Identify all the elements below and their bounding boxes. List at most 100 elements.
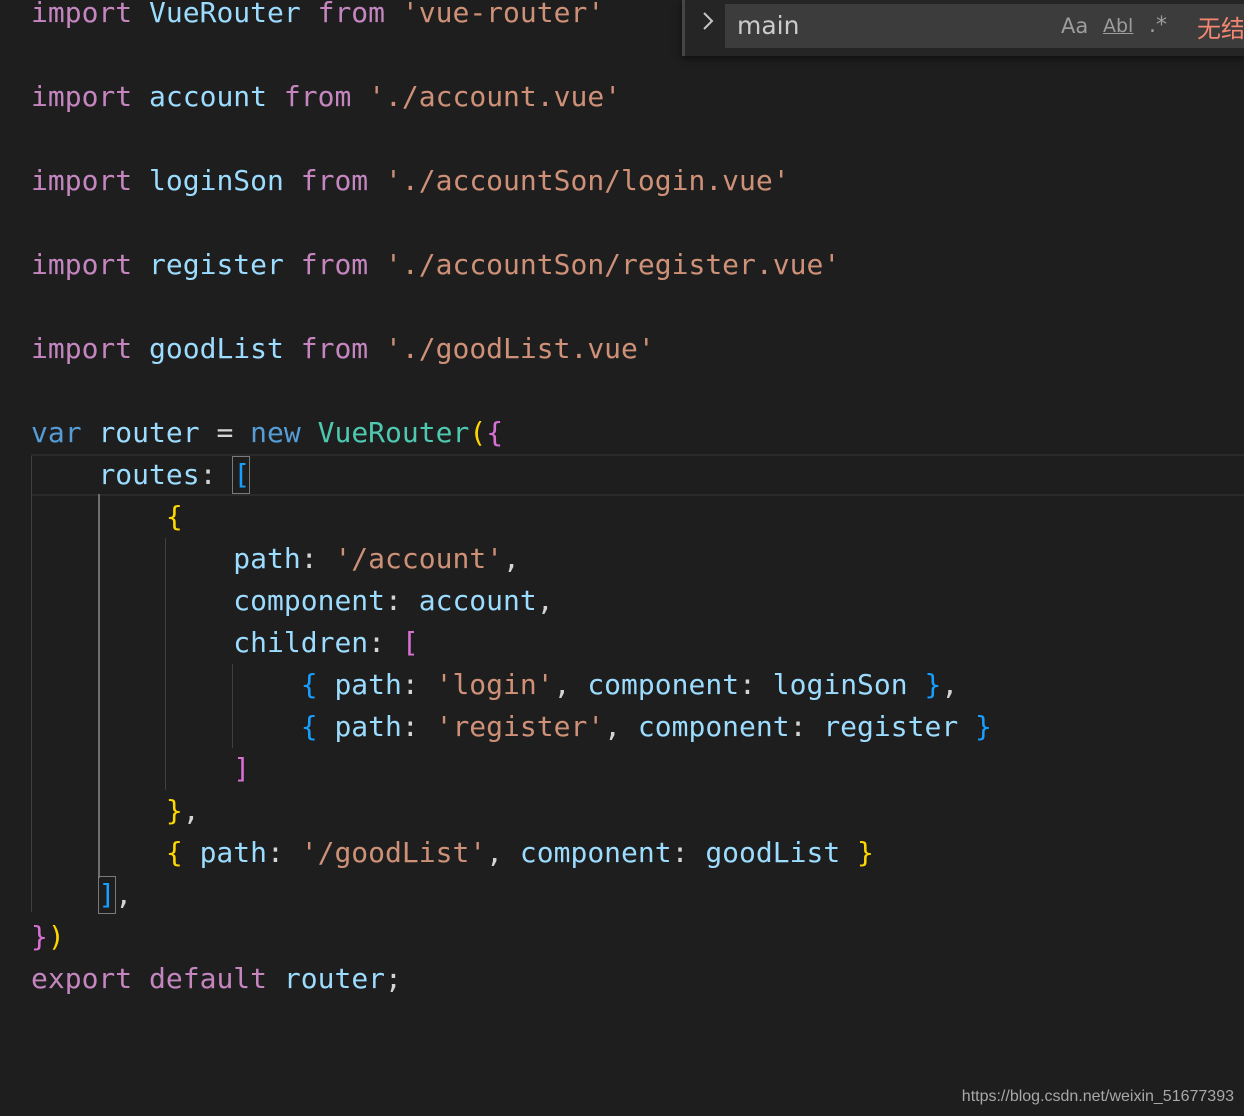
code-token: children	[233, 626, 369, 659]
code-token: '/account'	[334, 542, 504, 575]
watermark: https://blog.csdn.net/weixin_51677393	[961, 1088, 1234, 1105]
code-token: 'vue-router'	[401, 0, 605, 29]
code-token: }	[924, 668, 942, 701]
code-line: path: '/account',	[31, 538, 520, 580]
code-token: import	[31, 248, 133, 281]
code-token: ]	[98, 878, 116, 911]
code-token: goodList	[149, 332, 284, 365]
code-line: routes: [	[31, 454, 250, 496]
code-token: }	[165, 794, 183, 827]
code-token: :	[300, 542, 335, 575]
code-line: },	[31, 790, 200, 832]
code-token: from	[317, 0, 386, 29]
code-token: ,	[486, 836, 520, 869]
code-line: {	[31, 496, 183, 538]
code-line: var router = new VueRouter({	[31, 412, 503, 454]
code-token: =	[199, 416, 251, 449]
code-token: ,	[941, 668, 959, 701]
code-token: import	[31, 80, 133, 113]
code-token: path	[334, 668, 402, 701]
code-line: ]	[31, 748, 250, 790]
code-token: :	[267, 836, 301, 869]
code-token: './accountSon/register.vue'	[385, 248, 841, 281]
code-token: ,	[182, 794, 200, 827]
code-token: {	[165, 500, 183, 533]
code-token: path	[199, 836, 268, 869]
code-token: account	[418, 584, 537, 617]
code-editor[interactable]: import VueRouter from 'vue-router' import…	[0, 0, 1244, 1116]
code-token: routes	[98, 458, 200, 491]
code-token: }	[857, 836, 874, 869]
code-token: account	[149, 80, 268, 113]
code-token: new	[250, 416, 301, 449]
code-token: default	[149, 962, 268, 995]
code-token: loginSon	[772, 668, 908, 701]
code-token: }	[975, 710, 992, 743]
code-token: import	[31, 332, 133, 365]
code-token: './accountSon/login.vue'	[385, 164, 790, 197]
chevron-right-icon[interactable]	[693, 10, 723, 42]
code-token: component	[233, 584, 386, 617]
find-input[interactable]: main Aa Abl .* 无结果	[725, 4, 1244, 48]
code-token: ]	[233, 752, 251, 785]
code-token: './goodList.vue'	[385, 332, 655, 365]
code-token: ,	[536, 584, 554, 617]
code-token: component	[519, 836, 672, 869]
code-token: [	[233, 458, 251, 491]
code-token: register	[149, 248, 284, 281]
code-token: :	[789, 710, 824, 743]
regex-button[interactable]: .*	[1149, 10, 1167, 42]
code-token: path	[233, 542, 301, 575]
code-line: { path: 'register', component: register …	[31, 706, 992, 748]
code-line: component: account,	[31, 580, 554, 622]
code-line: import account from './account.vue'	[31, 76, 621, 118]
code-line: import register from './accountSon/regis…	[31, 244, 840, 286]
code-token: :	[368, 626, 402, 659]
code-token: goodList	[705, 836, 841, 869]
code-token: import	[31, 0, 133, 29]
whole-word-button[interactable]: Abl	[1103, 10, 1133, 42]
code-token: ;	[385, 962, 402, 995]
code-line: { path: '/goodList', component: goodList…	[31, 832, 874, 874]
code-token: ,	[503, 542, 520, 575]
code-token: :	[739, 668, 773, 701]
code-token: router	[98, 416, 200, 449]
code-line: export default router;	[31, 958, 402, 1000]
code-token: component	[587, 668, 740, 701]
code-token: ,	[115, 878, 133, 911]
code-token: from	[300, 332, 369, 365]
code-token: ,	[553, 668, 588, 701]
code-token: path	[334, 710, 402, 743]
code-token: 'login'	[435, 668, 554, 701]
code-line: import VueRouter from 'vue-router'	[31, 0, 604, 34]
code-token: (	[469, 416, 487, 449]
code-token: from	[283, 80, 352, 113]
code-token: {	[300, 710, 318, 743]
code-token: :	[401, 668, 436, 701]
code-token: router	[283, 962, 386, 995]
match-case-button[interactable]: Aa	[1061, 10, 1088, 42]
